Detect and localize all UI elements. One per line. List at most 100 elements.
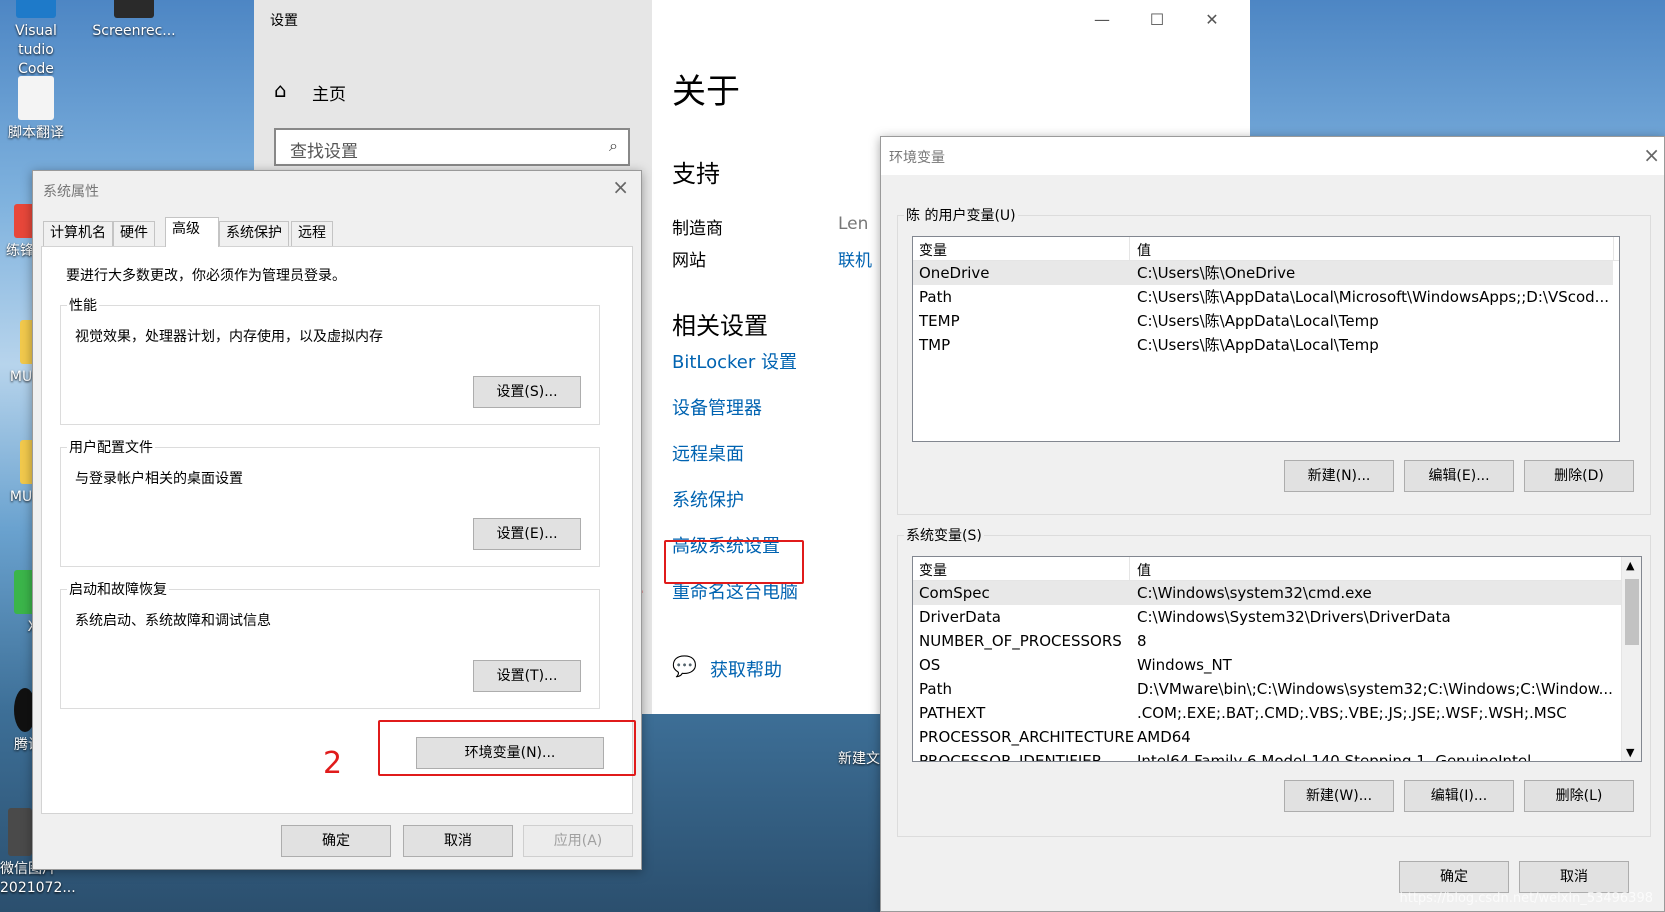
settings-sidebar: 设置 ⌂ 主页 查找设置 ⌕	[254, 0, 652, 170]
link-device-manager[interactable]: 设备管理器	[672, 394, 762, 420]
scroll-down-icon[interactable]: ▼	[1626, 746, 1634, 759]
table-row[interactable]: OS Windows_NT	[913, 653, 1621, 677]
nav-home[interactable]: 主页	[312, 80, 346, 105]
settings-title: 设置	[270, 13, 298, 29]
table-row[interactable]: NUMBER_OF_PROCESSORS 8	[913, 629, 1621, 653]
group-label: 系统变量(S)	[904, 525, 984, 545]
env-ok-button[interactable]: 确定	[1399, 861, 1509, 893]
system-new-button[interactable]: 新建(W)...	[1284, 780, 1394, 812]
performance-settings-button[interactable]: 设置(S)...	[473, 376, 581, 408]
search-input[interactable]: 查找设置	[290, 137, 358, 162]
document-icon	[18, 76, 54, 120]
minimize-button[interactable]: —	[1082, 8, 1122, 32]
close-button[interactable]: ✕	[1192, 8, 1232, 32]
scroll-up-icon[interactable]: ▲	[1626, 559, 1634, 572]
group-label: 陈 的用户变量(U)	[904, 205, 1018, 225]
dialog-title: 系统属性	[43, 184, 99, 200]
system-variables-list[interactable]: 变量 值 ComSpec C:\Windows\system32\cmd.exe …	[912, 556, 1642, 762]
close-icon[interactable]: ×	[1643, 143, 1660, 167]
help-icon: 💬	[672, 654, 697, 678]
column-header-value[interactable]: 值	[1137, 240, 1151, 260]
support-heading: 支持	[672, 160, 720, 188]
group-description: 视觉效果，处理器计划，内存使用，以及虚拟内存	[75, 329, 383, 345]
search-box[interactable]: 查找设置 ⌕	[274, 128, 630, 166]
dialog-title-bar	[881, 137, 1664, 175]
user-variables-group: 陈 的用户变量(U) 变量 值 OneDrive C:\Users\陈\OneDr…	[897, 205, 1651, 515]
tab-remote[interactable]: 远程	[291, 221, 333, 246]
desktop-icon-label: Visual	[15, 23, 57, 39]
list-header: 变量 值	[913, 557, 1621, 581]
system-edit-button[interactable]: 编辑(I)...	[1404, 780, 1514, 812]
related-settings-heading: 相关设置	[672, 312, 768, 340]
maximize-button[interactable]: ☐	[1137, 8, 1177, 32]
table-row[interactable]: Path C:\Users\陈\AppData\Local\Microsoft\W…	[913, 285, 1613, 309]
system-variables-group: 系统变量(S) 变量 值 ComSpec C:\Windows\system32\…	[897, 525, 1651, 837]
tab-hardware[interactable]: 硬件	[113, 221, 155, 246]
dialog-title: 环境变量	[889, 150, 945, 166]
screenrec-icon	[114, 0, 154, 18]
scrollbar[interactable]: ▲ ▼	[1621, 557, 1641, 761]
system-delete-button[interactable]: 删除(L)	[1524, 780, 1634, 812]
group-label: 性能	[67, 295, 99, 315]
desktop-icon-label: 2021072...	[0, 880, 76, 896]
group-label: 用户配置文件	[67, 437, 155, 457]
user-new-button[interactable]: 新建(N)...	[1284, 460, 1394, 492]
link-remote-desktop[interactable]: 远程桌面	[672, 440, 744, 466]
column-header-value[interactable]: 值	[1137, 560, 1151, 580]
column-header-variable[interactable]: 变量	[919, 240, 947, 260]
highlight-advanced-settings	[664, 540, 804, 584]
profiles-settings-button[interactable]: 设置(E)...	[473, 518, 581, 550]
link-bitlocker[interactable]: BitLocker 设置	[672, 348, 797, 374]
desktop-icon-vscode[interactable]: Visual tudio Code	[4, 0, 68, 79]
column-header-variable[interactable]: 变量	[919, 560, 947, 580]
manufacturer-label: 制造商	[672, 219, 723, 239]
desktop-new-label: 新建文	[838, 751, 880, 767]
table-row[interactable]: Path D:\VMware\bin\;C:\Windows\system32;C…	[913, 677, 1621, 701]
apply-button[interactable]: 应用(A)	[523, 825, 633, 857]
startup-settings-button[interactable]: 设置(T)...	[473, 660, 581, 692]
manufacturer-value: Len	[838, 214, 869, 234]
table-row[interactable]: TMP C:\Users\陈\AppData\Local\Temp	[913, 333, 1613, 357]
group-description: 系统启动、系统故障和调试信息	[75, 613, 271, 629]
home-icon[interactable]: ⌂	[274, 78, 287, 102]
user-profiles-group: 用户配置文件 与登录帐户相关的桌面设置 设置(E)...	[60, 437, 600, 567]
desktop-icon-screenrec[interactable]: Screenrec...	[92, 0, 176, 41]
close-icon[interactable]: ×	[612, 175, 629, 199]
annotation-2: 2	[323, 746, 343, 781]
tab-system-protection[interactable]: 系统保护	[219, 221, 289, 246]
website-label: 网站	[672, 251, 706, 271]
table-row[interactable]: OneDrive C:\Users\陈\OneDrive	[913, 261, 1613, 285]
table-row[interactable]: TEMP C:\Users\陈\AppData\Local\Temp	[913, 309, 1613, 333]
tab-advanced[interactable]: 高级	[165, 217, 219, 247]
list-header: 变量 值	[913, 237, 1619, 261]
table-row[interactable]: ComSpec C:\Windows\system32\cmd.exe	[913, 581, 1621, 605]
table-row[interactable]: DriverData C:\Windows\System32\Drivers\Dr…	[913, 605, 1621, 629]
performance-group: 性能 视觉效果，处理器计划，内存使用，以及虚拟内存 设置(S)...	[60, 295, 600, 425]
cancel-button[interactable]: 取消	[403, 825, 513, 857]
table-row[interactable]: PROCESSOR_IDENTIFIER Intel64 Family 6 Mod…	[913, 749, 1621, 761]
highlight-environment-variables	[378, 720, 636, 776]
desktop-icon-label: tudio Code	[18, 42, 54, 77]
table-row[interactable]: PATHEXT .COM;.EXE;.BAT;.CMD;.VBS;.VBE;.JS…	[913, 701, 1621, 725]
link-system-protection[interactable]: 系统保护	[672, 486, 744, 512]
user-variables-list[interactable]: 变量 值 OneDrive C:\Users\陈\OneDrive Path C:\…	[912, 236, 1620, 442]
env-cancel-button[interactable]: 取消	[1519, 861, 1629, 893]
desktop-icon-script[interactable]: 脚本翻译	[4, 76, 68, 143]
search-icon: ⌕	[609, 136, 618, 155]
page-title: 关于	[672, 72, 740, 112]
desktop-icon-label: Screenrec...	[92, 23, 176, 39]
admin-note: 要进行大多数更改，你必须作为管理员登录。	[66, 268, 346, 284]
ok-button[interactable]: 确定	[281, 825, 391, 857]
link-get-help[interactable]: 获取帮助	[710, 656, 782, 682]
user-edit-button[interactable]: 编辑(E)...	[1404, 460, 1514, 492]
image-icon	[8, 808, 32, 856]
tab-computer-name[interactable]: 计算机名	[43, 221, 113, 246]
table-row[interactable]: PROCESSOR_ARCHITECTURE AMD64	[913, 725, 1621, 749]
website-link[interactable]: 联机	[838, 246, 872, 271]
group-description: 与登录帐户相关的桌面设置	[75, 471, 243, 487]
environment-variables-dialog: 环境变量 × 陈 的用户变量(U) 变量 值 OneDrive C:\Users\…	[880, 136, 1665, 912]
user-delete-button[interactable]: 删除(D)	[1524, 460, 1634, 492]
scrollbar-thumb[interactable]	[1625, 579, 1639, 645]
vscode-icon	[16, 0, 56, 18]
startup-recovery-group: 启动和故障恢复 系统启动、系统故障和调试信息 设置(T)...	[60, 579, 600, 709]
